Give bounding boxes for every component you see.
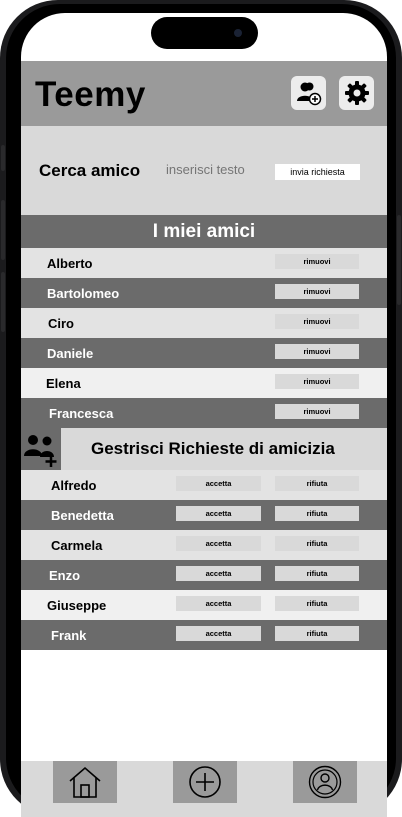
reject-request-button[interactable]: rifiuta bbox=[275, 506, 359, 521]
reject-request-button[interactable]: rifiuta bbox=[275, 536, 359, 551]
reject-request-button[interactable]: rifiuta bbox=[275, 596, 359, 611]
accept-request-button[interactable]: accetta bbox=[176, 536, 261, 551]
accept-request-button[interactable]: accetta bbox=[176, 596, 261, 611]
phone-volume-down bbox=[1, 272, 5, 332]
bottom-tab-bar bbox=[21, 761, 387, 817]
tab-home[interactable] bbox=[53, 761, 117, 803]
app-title: Teemy bbox=[35, 75, 146, 114]
dynamic-island bbox=[151, 17, 258, 49]
search-friend-title: Cerca amico bbox=[39, 161, 141, 180]
reject-request-button[interactable]: rifiuta bbox=[275, 566, 359, 581]
reject-request-button[interactable]: rifiuta bbox=[275, 626, 359, 641]
add-circle-icon bbox=[189, 766, 221, 798]
request-row: Benedetta accetta rifiuta bbox=[21, 500, 387, 530]
friend-row: Ciro rimuovi bbox=[21, 308, 387, 338]
phone-action-button bbox=[1, 145, 5, 171]
phone-volume-up bbox=[1, 200, 5, 260]
request-name: Giuseppe bbox=[47, 598, 107, 613]
remove-friend-button[interactable]: rimuovi bbox=[275, 344, 359, 359]
remove-friend-button[interactable]: rimuovi bbox=[275, 404, 359, 419]
app-header: Teemy bbox=[21, 61, 387, 126]
friend-requests-header: Gestrisci Richieste di amicizia bbox=[21, 428, 387, 470]
friend-name: Daniele bbox=[47, 346, 94, 361]
friend-requests-icon bbox=[24, 435, 57, 467]
app-screen: Teemy Cerca amico inserisci testo invia … bbox=[21, 13, 387, 817]
request-name: Benedetta bbox=[51, 508, 114, 523]
profile-icon bbox=[308, 765, 342, 799]
friend-name: Elena bbox=[46, 376, 81, 391]
friend-name: Francesca bbox=[49, 406, 114, 421]
search-input[interactable] bbox=[166, 162, 266, 177]
friend-row: Alberto rimuovi bbox=[21, 248, 387, 278]
home-icon bbox=[69, 766, 101, 798]
send-request-button[interactable]: invia richiesta bbox=[275, 164, 360, 180]
phone-power-button bbox=[397, 215, 401, 305]
friend-requests-icon-box bbox=[21, 428, 61, 470]
request-row: Carmela accetta rifiuta bbox=[21, 530, 387, 560]
friend-row: Francesca rimuovi bbox=[21, 398, 387, 428]
friend-name: Ciro bbox=[48, 316, 74, 331]
accept-request-button[interactable]: accetta bbox=[176, 626, 261, 641]
accept-request-button[interactable]: accetta bbox=[176, 506, 261, 521]
tab-profile[interactable] bbox=[293, 761, 357, 803]
friend-name: Bartolomeo bbox=[47, 286, 120, 301]
remove-friend-button[interactable]: rimuovi bbox=[275, 314, 359, 329]
add-friend-button[interactable] bbox=[291, 76, 326, 110]
remove-friend-button[interactable]: rimuovi bbox=[275, 254, 359, 269]
request-name: Alfredo bbox=[51, 478, 97, 493]
accept-request-button[interactable]: accetta bbox=[176, 566, 261, 581]
reject-request-button[interactable]: rifiuta bbox=[275, 476, 359, 491]
request-row: Enzo accetta rifiuta bbox=[21, 560, 387, 590]
friend-name: Alberto bbox=[47, 256, 93, 271]
friend-row: Daniele rimuovi bbox=[21, 338, 387, 368]
request-row: Alfredo accetta rifiuta bbox=[21, 470, 387, 500]
friend-row: Bartolomeo rimuovi bbox=[21, 278, 387, 308]
friend-row: Elena rimuovi bbox=[21, 368, 387, 398]
add-user-icon bbox=[296, 82, 321, 106]
request-name: Enzo bbox=[49, 568, 81, 583]
tab-add[interactable] bbox=[173, 761, 237, 803]
request-row: Frank accetta rifiuta bbox=[21, 620, 387, 650]
remove-friend-button[interactable]: rimuovi bbox=[275, 284, 359, 299]
request-row: Giuseppe accetta rifiuta bbox=[21, 590, 387, 620]
settings-button[interactable] bbox=[339, 76, 374, 110]
accept-request-button[interactable]: accetta bbox=[176, 476, 261, 491]
request-name: Carmela bbox=[51, 538, 103, 553]
friends-section-title: I miei amici bbox=[21, 215, 387, 248]
request-name: Frank bbox=[51, 628, 87, 643]
gear-icon bbox=[344, 81, 369, 105]
remove-friend-button[interactable]: rimuovi bbox=[275, 374, 359, 389]
friend-requests-title: Gestrisci Richieste di amicizia bbox=[91, 439, 335, 458]
